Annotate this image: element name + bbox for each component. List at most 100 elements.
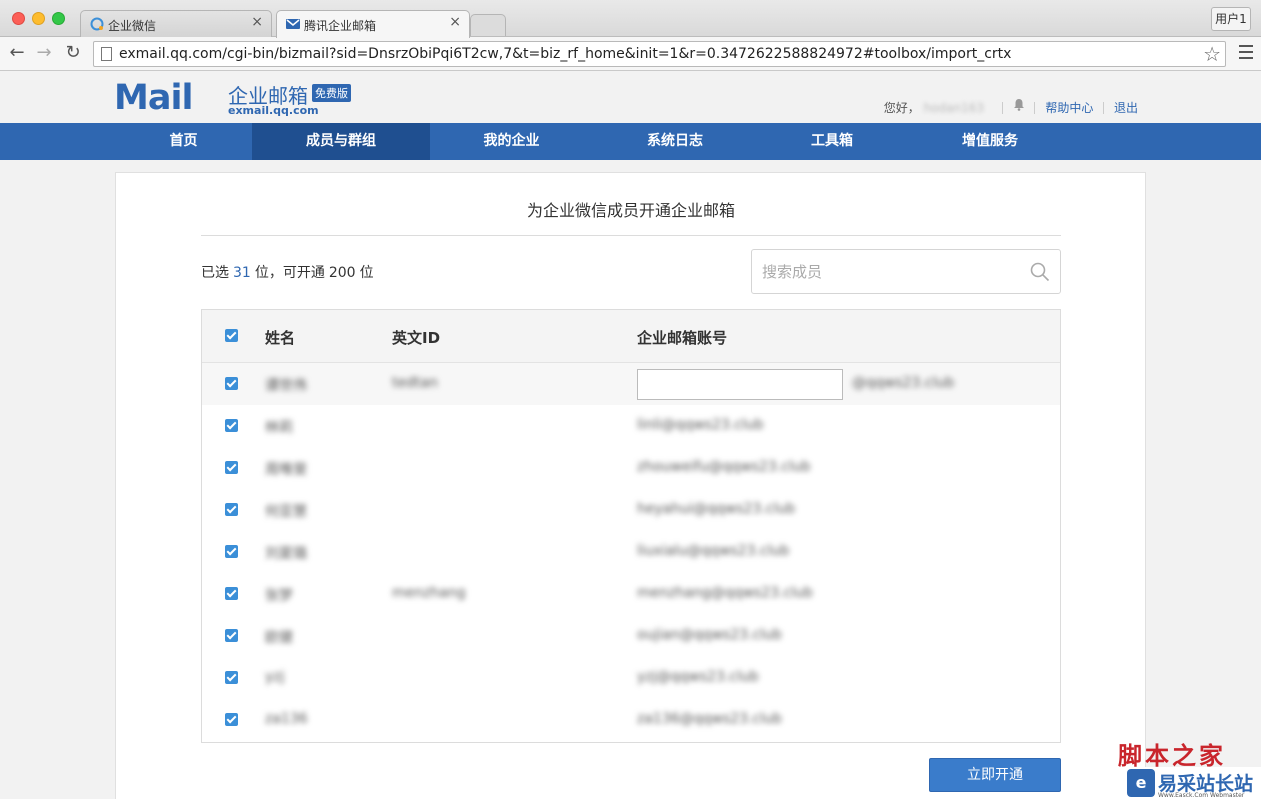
tab-label: 企业微信	[108, 19, 157, 33]
row-checkbox[interactable]	[225, 587, 238, 600]
url-text[interactable]: exmail.qq.com/cgi-bin/bizmail?sid=DnsrzO…	[119, 46, 1011, 62]
tencent-mail-icon	[286, 19, 300, 29]
table-row: 欧健 oujian@qqws23.club	[202, 615, 1060, 657]
table-row: 张梦 menzhang menzhang@qqws23.club	[202, 573, 1060, 615]
back-icon[interactable]: ←	[5, 41, 29, 65]
nav-item-system-log[interactable]: 系统日志	[593, 123, 757, 160]
member-account: za136@qqws23.club	[637, 711, 782, 727]
member-name: 林莉	[265, 420, 293, 436]
row-checkbox[interactable]	[225, 503, 238, 516]
address-bar[interactable]: exmail.qq.com/cgi-bin/bizmail?sid=DnsrzO…	[93, 41, 1226, 67]
selection-prefix: 已选	[201, 265, 229, 281]
forward-icon[interactable]: →	[32, 41, 56, 65]
browser-menu-icon[interactable]	[1239, 45, 1253, 63]
table-row: 刘夏璐 liuxialu@qqws23.club	[202, 531, 1060, 573]
help-center-link[interactable]: 帮助中心	[1045, 99, 1093, 116]
available-count: 200	[328, 265, 356, 281]
table-row: 何亚慧 heyahui@qqws23.club	[202, 489, 1060, 531]
page-title: 为企业微信成员开通企业邮箱	[526, 201, 735, 220]
minimize-window-button[interactable]	[32, 12, 45, 25]
logout-link[interactable]: 退出	[1114, 99, 1138, 116]
browser-toolbar: ← → ↻ exmail.qq.com/cgi-bin/bizmail?sid=…	[0, 37, 1261, 71]
member-name: 何亚慧	[265, 504, 307, 520]
member-account: heyahui@qqws23.club	[637, 501, 796, 517]
tab-label: 腾讯企业邮箱	[304, 19, 377, 33]
account-input[interactable]	[637, 369, 843, 400]
nav-item-members-groups[interactable]: 成员与群组	[252, 123, 430, 160]
member-english-id: menzhang	[392, 585, 466, 601]
exmail-logo[interactable]: Mail 企业邮箱 免费版 exmail.qq.com	[114, 76, 364, 118]
activate-now-button[interactable]: 立即开通	[929, 758, 1061, 792]
bell-icon[interactable]	[1013, 98, 1025, 111]
row-checkbox[interactable]	[225, 377, 238, 390]
column-header-account: 企业邮箱账号	[637, 329, 728, 347]
bookmark-star-icon[interactable]: ☆	[1203, 42, 1221, 66]
divider	[1103, 101, 1105, 114]
import-panel: 为企业微信成员开通企业邮箱 已选31位，可开通200位 姓名 英文ID 企业邮箱…	[115, 172, 1146, 799]
members-table: 姓名 英文ID 企业邮箱账号 谭世伟 tedtan @qqws23.club 林…	[201, 309, 1061, 743]
logo-mark: Mail	[114, 78, 193, 118]
site-header: Mail 企业邮箱 免费版 exmail.qq.com 您好， hodan163…	[0, 72, 1261, 123]
table-row: 谭世伟 tedtan @qqws23.club	[202, 363, 1060, 405]
maximize-window-button[interactable]	[52, 12, 65, 25]
member-account: yzj@qqws23.club	[637, 669, 759, 685]
browser-tab-bar: 企业微信 × 腾讯企业邮箱 × 用户1	[0, 0, 1261, 38]
table-row: yzj yzj@qqws23.club	[202, 657, 1060, 699]
table-header: 姓名 英文ID 企业邮箱账号	[202, 310, 1060, 363]
member-account: menzhang@qqws23.club	[637, 585, 813, 601]
member-name: yzj	[265, 669, 285, 685]
table-row: 林莉 linli@qqws23.club	[202, 405, 1060, 447]
row-checkbox[interactable]	[225, 419, 238, 432]
member-name: 周唯斐	[265, 462, 307, 478]
row-checkbox[interactable]	[225, 671, 238, 684]
wechat-work-icon	[90, 17, 104, 31]
member-account: liuxialu@qqws23.club	[637, 543, 790, 559]
member-name: 刘夏璐	[265, 546, 307, 562]
member-name: 欧健	[265, 630, 293, 646]
close-icon[interactable]: ×	[251, 14, 263, 30]
new-tab-button[interactable]	[470, 14, 506, 36]
watermark-sub: Www.Easck.Com Webmaster	[1158, 792, 1245, 799]
table-row: za136 za136@qqws23.club	[202, 699, 1060, 741]
page-icon	[101, 47, 112, 61]
domain-suffix: @qqws23.club	[852, 375, 955, 391]
row-checkbox[interactable]	[225, 629, 238, 642]
select-all-checkbox[interactable]	[225, 329, 238, 342]
tab-wechat-work[interactable]: 企业微信 ×	[80, 10, 272, 37]
tab-tencent-mail[interactable]: 腾讯企业邮箱 ×	[276, 10, 470, 38]
watermark-jb51: 脚本之家	[1118, 741, 1226, 770]
member-account: linli@qqws23.club	[637, 417, 764, 433]
search-icon[interactable]	[1030, 262, 1050, 282]
reload-icon[interactable]: ↻	[61, 41, 85, 65]
selection-summary: 已选 31 位，可开通 200 位	[201, 262, 374, 282]
nav-item-toolbox[interactable]: 工具箱	[757, 123, 907, 160]
divider	[1001, 101, 1003, 114]
member-account: zhouweifu@qqws23.club	[637, 459, 811, 475]
user-area: 您好， hodan163 帮助中心 退出	[884, 98, 1138, 116]
browser-user-button[interactable]: 用户1	[1211, 7, 1251, 31]
row-checkbox[interactable]	[225, 713, 238, 726]
selected-count: 31	[233, 265, 251, 281]
watermark-logo-icon: e	[1127, 769, 1155, 797]
column-header-english-id: 英文ID	[392, 329, 441, 347]
close-window-button[interactable]	[12, 12, 25, 25]
close-icon[interactable]: ×	[449, 14, 461, 30]
nav-item-home[interactable]: 首页	[115, 123, 252, 160]
member-name: 张梦	[265, 588, 293, 604]
row-checkbox[interactable]	[225, 545, 238, 558]
member-search	[751, 249, 1061, 294]
title-divider	[201, 235, 1061, 236]
nav-item-my-enterprise[interactable]: 我的企业	[430, 123, 593, 160]
column-header-name: 姓名	[265, 329, 296, 347]
member-name: za136	[265, 711, 308, 727]
selection-mid: 位，可开通	[254, 265, 325, 281]
logo-domain: exmail.qq.com	[228, 104, 319, 117]
search-input[interactable]	[762, 260, 1022, 284]
nav-item-value-added[interactable]: 增值服务	[907, 123, 1073, 160]
row-checkbox[interactable]	[225, 461, 238, 474]
divider	[1034, 101, 1036, 114]
watermark-bar: e 易采站长站 Www.Easck.Com Webmaster	[1118, 767, 1261, 799]
free-edition-badge: 免费版	[312, 84, 351, 102]
member-account: oujian@qqws23.club	[637, 627, 782, 643]
username: hodan163	[923, 100, 984, 115]
